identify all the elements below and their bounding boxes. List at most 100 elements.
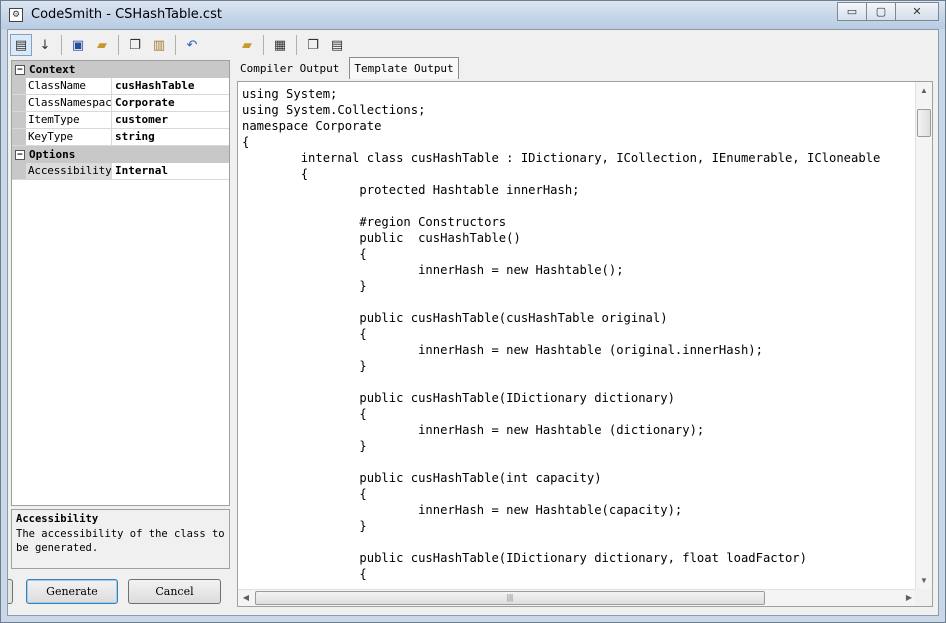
template-output-editor[interactable]: using System; using System.Collections; na… [237,81,933,607]
toolbar-separator [61,35,62,55]
minimize-button[interactable]: ▭ [837,2,867,21]
property-row[interactable]: Accessibility Internal [12,163,229,180]
maximize-button[interactable]: ▢ [866,2,896,21]
code-line[interactable]: public cusHashTable(IDictionary dictiona… [242,390,912,406]
toolbar-separator [175,35,176,55]
property-value[interactable]: customer [112,112,229,128]
property-value[interactable]: string [112,129,229,145]
code-line[interactable]: protected Hashtable innerHash; [242,182,912,198]
code-line[interactable]: { [242,326,912,342]
code-line[interactable]: { [242,486,912,502]
code-line[interactable]: innerHash = new Hashtable (dictionary); [242,422,912,438]
code-line[interactable]: { [242,134,912,150]
open-icon[interactable]: ▰ [91,34,113,56]
window-title: CodeSmith - CSHashTable.cst [31,7,222,22]
code-line[interactable]: { [242,166,912,182]
property-value[interactable]: Corporate [112,95,229,111]
save-icon[interactable]: ▣ [67,34,89,56]
output-toolbar: ▰ ▦ ❐ ▤ [236,32,350,58]
property-row[interactable]: ClassName cusHashTable [12,78,229,95]
category-context[interactable]: − Context [12,61,229,78]
property-name: Accessibility [26,163,112,179]
scroll-left-icon[interactable]: ◀ [238,590,254,606]
cancel-button[interactable]: Cancel [128,579,221,604]
code-line[interactable]: innerHash = new Hashtable(capacity); [242,502,912,518]
code-line[interactable]: { [242,566,912,582]
property-grid[interactable]: − Context ClassName cusHashTable ClassNa… [11,60,230,506]
code-line[interactable] [242,294,912,310]
property-value[interactable]: cusHashTable [112,78,229,94]
property-name: KeyType [26,129,112,145]
properties-toolbar: ▤ ↓ ▣ ▰ ❐ ▥ ↶ [10,32,205,58]
title-bar[interactable]: ⚙ CodeSmith - CSHashTable.cst ▭ ▢ ✕ [1,1,945,29]
property-value[interactable]: Internal [112,163,229,179]
property-name: ClassName [26,78,112,94]
output-tabs: Compiler Output Template Output [236,57,465,79]
paste-icon[interactable]: ▥ [148,34,170,56]
code-line[interactable]: } [242,438,912,454]
code-text[interactable]: using System; using System.Collections; na… [242,86,912,586]
tab-template-output[interactable]: Template Output [349,57,459,79]
horizontal-scroll-thumb[interactable]: ||| [255,591,765,605]
code-line[interactable]: #region Constructors [242,214,912,230]
toolbar-separator [296,35,297,55]
codesmith-app-icon[interactable]: ⚙ [9,8,23,22]
generate-button[interactable]: Generate [26,579,118,604]
description-title: Accessibility [16,513,99,525]
property-row[interactable]: ClassNamespace Corporate [12,95,229,112]
tab-compiler-output[interactable]: Compiler Output [236,59,343,79]
horizontal-scrollbar[interactable]: ◀ ||| ▶ [238,589,917,606]
vertical-scrollbar[interactable]: ▲ ▼ [915,82,932,589]
undo-icon[interactable]: ↶ [181,34,203,56]
category-label: Options [29,148,76,161]
client-area: ▤ ↓ ▣ ▰ ❐ ▥ ↶ ▰ ▦ ❐ ▤ − Context ClassNam… [7,29,939,616]
code-line[interactable] [242,374,912,390]
collapse-icon[interactable]: − [15,64,25,75]
code-line[interactable]: { [242,246,912,262]
app-window: ⚙ CodeSmith - CSHashTable.cst ▭ ▢ ✕ ▤ ↓ … [0,0,946,623]
category-options[interactable]: − Options [12,146,229,163]
code-line[interactable]: using System.Collections; [242,102,912,118]
code-line[interactable]: } [242,358,912,374]
categorized-icon[interactable]: ▤ [10,34,32,56]
alphabetical-icon[interactable]: ↓ [34,34,56,56]
vertical-scroll-thumb[interactable] [917,109,931,137]
calendar-icon[interactable]: ▦ [269,34,291,56]
copy-output-icon[interactable]: ❐ [302,34,324,56]
code-line[interactable] [242,198,912,214]
code-line[interactable]: public cusHashTable() [242,230,912,246]
code-line[interactable]: } [242,518,912,534]
description-text: The accessibility of the class to be gen… [16,528,225,554]
code-line[interactable] [242,454,912,470]
window-controls: ▭ ▢ ✕ [837,2,939,21]
property-row[interactable]: ItemType customer [12,112,229,129]
category-label: Context [29,63,76,76]
code-line[interactable]: public cusHashTable(int capacity) [242,470,912,486]
code-line[interactable]: internal class cusHashTable : IDictionar… [242,150,912,166]
row-gutter [12,78,26,94]
row-gutter [12,163,26,179]
property-row[interactable]: KeyType string [12,129,229,146]
code-line[interactable]: innerHash = new Hashtable (original.inne… [242,342,912,358]
code-line[interactable]: public cusHashTable(IDictionary dictiona… [242,550,912,566]
scroll-up-icon[interactable]: ▲ [916,82,932,99]
copy-icon[interactable]: ❐ [124,34,146,56]
save-output-icon[interactable]: ▤ [326,34,348,56]
open-folder-icon[interactable]: ▰ [236,34,258,56]
hidden-button-edge[interactable] [8,579,13,604]
code-line[interactable]: using System; [242,86,912,102]
code-line[interactable]: } [242,278,912,294]
scroll-down-icon[interactable]: ▼ [916,572,932,589]
code-line[interactable]: innerHash = new Hashtable(); [242,262,912,278]
property-name: ClassNamespace [28,95,112,111]
collapse-icon[interactable]: − [15,149,25,160]
code-line[interactable]: namespace Corporate [242,118,912,134]
row-gutter [12,129,26,145]
property-name: ItemType [26,112,112,128]
code-line[interactable]: { [242,406,912,422]
code-line[interactable] [242,534,912,550]
row-gutter [12,112,26,128]
close-button[interactable]: ✕ [895,2,939,21]
code-line[interactable]: public cusHashTable(cusHashTable origina… [242,310,912,326]
row-gutter [12,95,26,111]
